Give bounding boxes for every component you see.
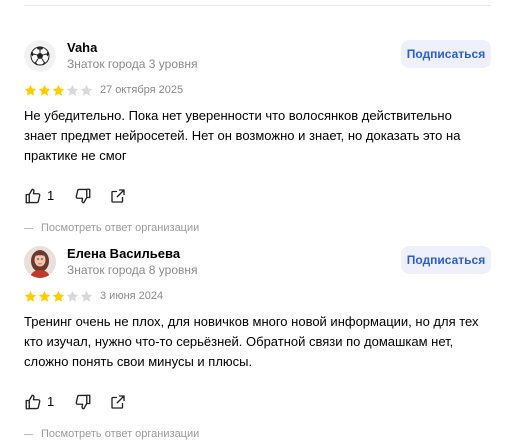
review-text: Не убедительно. Пока нет уверенности что…	[24, 108, 461, 163]
review-actions: 1	[24, 187, 491, 207]
share-icon	[111, 189, 125, 203]
star-filled-icon	[24, 290, 37, 302]
review-header: Vaha Знаток города 3 уровня Подписаться	[24, 40, 491, 72]
star-empty-icon	[66, 84, 79, 96]
star-filled-icon	[52, 84, 65, 96]
org-reply-link[interactable]: Посмотреть ответ организации	[24, 427, 491, 441]
star-empty-icon	[80, 84, 93, 96]
review-text: Тренинг очень не плох, для новичков мног…	[24, 314, 479, 369]
author-name[interactable]: Vaha	[67, 40, 97, 56]
avatar[interactable]	[24, 40, 56, 72]
star-empty-icon	[80, 290, 93, 302]
rating-row: 27 октября 2025	[24, 84, 491, 98]
thumbs-down-icon	[75, 394, 91, 410]
star-filled-icon	[38, 84, 51, 96]
thumbs-down-icon	[75, 188, 91, 204]
dislike-button[interactable]	[74, 393, 92, 411]
share-button[interactable]	[109, 187, 127, 205]
review-card: Елена Васильева Знаток города 8 уровня П…	[24, 246, 491, 441]
rating-row: 3 июня 2024	[24, 290, 491, 304]
thumbs-up-icon	[25, 394, 41, 410]
like-button[interactable]: 1	[24, 393, 54, 411]
share-icon	[111, 395, 125, 409]
review-header: Елена Васильева Знаток города 8 уровня П…	[24, 246, 491, 278]
author-name[interactable]: Елена Васильева	[67, 246, 180, 262]
subscribe-button[interactable]: Подписаться	[401, 40, 491, 68]
star-filled-icon	[24, 84, 37, 96]
author-level: Знаток города 3 уровня	[67, 57, 198, 71]
org-reply-link[interactable]: Посмотреть ответ организации	[24, 221, 491, 235]
user-photo	[24, 246, 56, 278]
avatar[interactable]	[24, 246, 56, 278]
star-filled-icon	[52, 290, 65, 302]
org-reply-label: Посмотреть ответ организации	[41, 428, 200, 440]
review-actions: 1	[24, 393, 491, 413]
star-filled-icon	[38, 290, 51, 302]
star-rating	[24, 84, 93, 97]
review-card: Vaha Знаток города 3 уровня Подписаться …	[24, 40, 491, 235]
author-level: Знаток города 8 уровня	[67, 263, 198, 277]
review-date: 3 июня 2024	[100, 290, 164, 302]
dash-divider	[24, 227, 33, 229]
org-reply-label: Посмотреть ответ организации	[41, 222, 200, 234]
star-empty-icon	[66, 290, 79, 302]
soccer-ball-icon	[24, 40, 56, 72]
share-button[interactable]	[109, 393, 127, 411]
like-count: 1	[47, 188, 55, 203]
subscribe-button[interactable]: Подписаться	[401, 246, 491, 274]
dash-divider	[24, 433, 33, 435]
like-button[interactable]: 1	[24, 187, 54, 205]
review-date: 27 октября 2025	[100, 84, 184, 96]
thumbs-up-icon	[25, 188, 41, 204]
previous-review-divider	[24, 0, 491, 6]
dislike-button[interactable]	[74, 187, 92, 205]
like-count: 1	[47, 394, 55, 409]
star-rating	[24, 290, 93, 303]
